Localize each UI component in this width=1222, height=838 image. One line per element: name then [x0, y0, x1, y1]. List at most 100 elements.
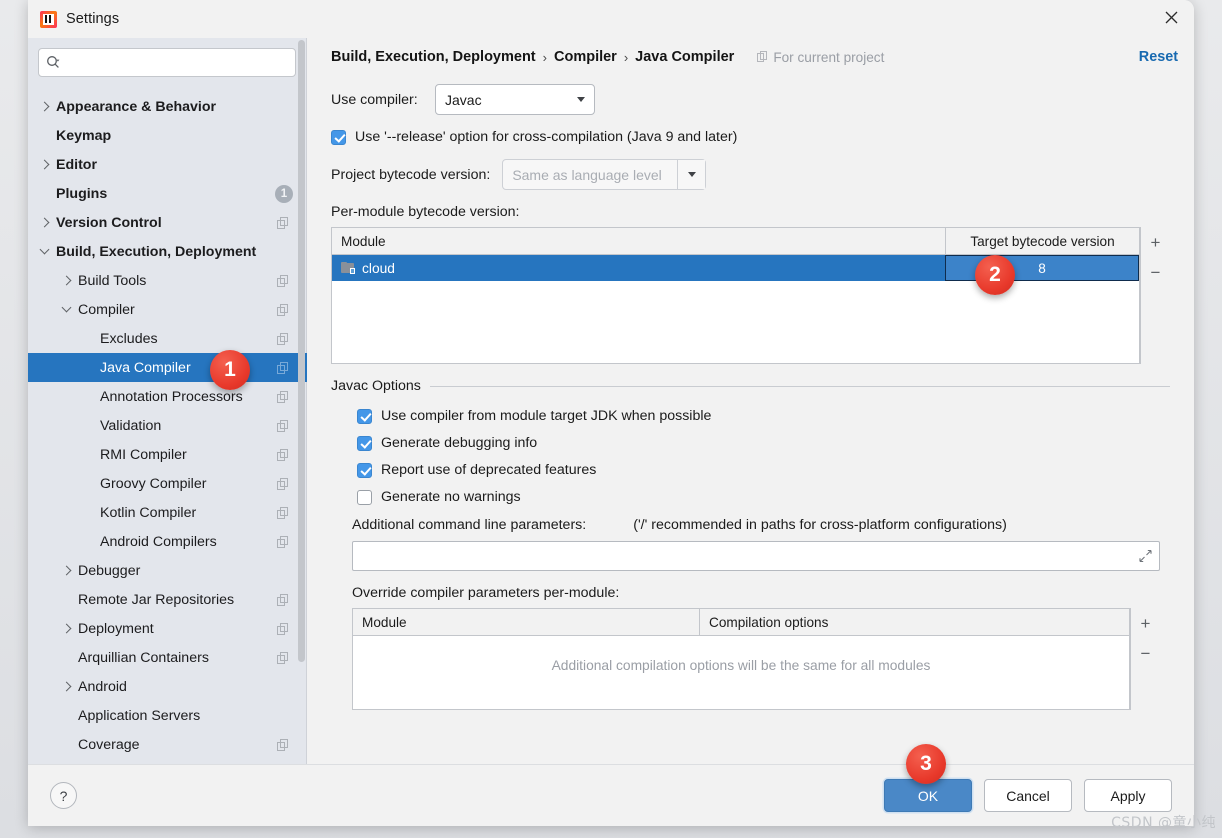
ok-button[interactable]: OK	[884, 779, 972, 812]
sidebar-item-remote-jar-repositories[interactable]: Remote Jar Repositories	[28, 585, 307, 614]
sidebar-item-arquillian-containers[interactable]: Arquillian Containers	[28, 643, 307, 672]
remove-override-button[interactable]: −	[1135, 642, 1157, 664]
sidebar-item-label: Arquillian Containers	[78, 649, 209, 666]
window-title: Settings	[66, 11, 120, 27]
javac-options-group: Javac Options	[331, 377, 1170, 395]
sidebar-item-version-control[interactable]: Version Control	[28, 208, 307, 237]
copy-icon	[277, 593, 289, 606]
project-bytecode-select[interactable]: Same as language level	[502, 159, 707, 190]
sidebar-item-kotlin-compiler[interactable]: Kotlin Compiler	[28, 498, 307, 527]
sidebar-item-android-compilers[interactable]: Android Compilers	[28, 527, 307, 556]
bytecode-table-header: Module Target bytecode version	[332, 228, 1139, 255]
javac-option-row[interactable]: Generate debugging info	[357, 435, 1170, 451]
settings-tree[interactable]: Appearance & Behavior Keymap Editor Plugins…	[28, 87, 307, 764]
javac-option-checkbox[interactable]	[357, 408, 372, 424]
sidebar-item-label: Appearance & Behavior	[56, 98, 217, 115]
bytecode-col-module: Module	[341, 233, 386, 249]
sidebar-item-android[interactable]: Android	[28, 672, 307, 701]
chevron-right-icon[interactable]	[62, 276, 72, 286]
sidebar-item-appearance-behavior[interactable]: Appearance & Behavior	[28, 92, 307, 121]
copy-icon	[277, 448, 289, 461]
sidebar-item-label: Java Compiler	[100, 359, 191, 376]
sidebar-item-application-servers[interactable]: Application Servers	[28, 701, 307, 730]
override-table-body[interactable]: Additional compilation options will be t…	[353, 636, 1129, 709]
annotation-badge-1: 1	[210, 350, 250, 390]
chevron-right-icon[interactable]	[40, 160, 50, 170]
bytecode-table-wrapper: Module Target bytecode version cloud 8 + …	[331, 227, 1170, 364]
sidebar-item-label: Application Servers	[78, 707, 201, 724]
sidebar-item-build-execution-deployment[interactable]: Build, Execution, Deployment	[28, 237, 307, 266]
sidebar-item-coverage[interactable]: Coverage	[28, 730, 307, 759]
chevron-right-icon[interactable]	[62, 566, 72, 576]
search-input[interactable]	[66, 54, 288, 71]
javac-option-row[interactable]: Report use of deprecated features	[357, 462, 1170, 478]
chevron-right-icon[interactable]	[62, 624, 72, 634]
javac-option-row[interactable]: Generate no warnings	[357, 489, 1170, 505]
sidebar-scrollbar-thumb[interactable]	[298, 40, 305, 662]
copy-icon	[277, 535, 289, 548]
chevron-right-icon[interactable]	[40, 218, 50, 228]
sidebar-item-label: Deployment	[78, 620, 154, 637]
additional-params-input[interactable]	[358, 547, 1159, 565]
copy-icon	[277, 216, 289, 229]
add-module-button[interactable]: +	[1145, 231, 1167, 253]
group-divider	[331, 386, 1170, 387]
annotation-badge-2: 2	[975, 255, 1015, 295]
apply-button[interactable]: Apply	[1084, 779, 1172, 812]
table-row[interactable]: cloud 8	[332, 255, 1139, 281]
remove-module-button[interactable]: −	[1145, 261, 1167, 283]
copy-icon	[277, 506, 289, 519]
sidebar-item-label: Compiler	[78, 301, 135, 318]
chevron-right-icon[interactable]	[40, 102, 50, 112]
sidebar-item-label: Android Compilers	[100, 533, 217, 550]
sidebar-item-compiler[interactable]: Compiler	[28, 295, 307, 324]
module-name: cloud	[362, 260, 395, 276]
sidebar-scrollbar[interactable]	[297, 40, 305, 715]
add-override-button[interactable]: +	[1135, 612, 1157, 634]
sidebar-item-validation[interactable]: Validation	[28, 411, 307, 440]
override-table[interactable]: Module Compilation options Additional co…	[352, 608, 1130, 710]
sidebar-item-groovy-compiler[interactable]: Groovy Compiler	[28, 469, 307, 498]
settings-main-panel: Build, Execution, Deployment › Compiler …	[307, 38, 1194, 764]
additional-params-row: Additional command line parameters: ('/'…	[331, 517, 1170, 533]
expand-icon[interactable]	[1139, 549, 1152, 563]
search-box[interactable]	[38, 48, 296, 77]
sidebar-item-label: Excludes	[100, 330, 158, 347]
breadcrumb-item-1: Compiler	[553, 49, 617, 65]
table-cell-target[interactable]: 8	[945, 255, 1139, 281]
bytecode-table[interactable]: Module Target bytecode version cloud 8	[331, 227, 1140, 364]
sidebar-item-annotation-processors[interactable]: Annotation Processors	[28, 382, 307, 411]
help-button[interactable]: ?	[50, 782, 77, 809]
project-bytecode-value: Same as language level	[512, 166, 662, 183]
override-empty-text: Additional compilation options will be t…	[551, 658, 931, 673]
javac-option-checkbox[interactable]	[357, 462, 372, 478]
chevron-down-icon[interactable]	[62, 305, 72, 315]
sidebar-item-debugger[interactable]: Debugger	[28, 556, 307, 585]
sidebar-item-build-tools[interactable]: Build Tools	[28, 266, 307, 295]
chevron-right-icon[interactable]	[62, 682, 72, 692]
additional-params-field[interactable]	[352, 541, 1160, 571]
cancel-button[interactable]: Cancel	[984, 779, 1072, 812]
sidebar-item-java-compiler[interactable]: Java Compiler	[28, 353, 307, 382]
javac-option-checkbox[interactable]	[357, 435, 372, 451]
sidebar-item-label: Android	[78, 678, 127, 695]
sidebar-item-keymap[interactable]: Keymap	[28, 121, 307, 150]
sidebar-item-editor[interactable]: Editor	[28, 150, 307, 179]
sidebar-item-deployment[interactable]: Deployment	[28, 614, 307, 643]
chevron-down-icon[interactable]	[40, 247, 50, 257]
settings-sidebar: Appearance & Behavior Keymap Editor Plugins…	[28, 38, 307, 764]
release-option-row[interactable]: Use '--release' option for cross-compila…	[331, 129, 1170, 145]
reset-link[interactable]: Reset	[1139, 49, 1178, 65]
release-option-checkbox[interactable]	[331, 129, 346, 145]
javac-option-label: Use compiler from module target JDK when…	[381, 408, 712, 424]
javac-option-checkbox[interactable]	[357, 489, 372, 505]
sidebar-item-rmi-compiler[interactable]: RMI Compiler	[28, 440, 307, 469]
bytecode-table-body[interactable]: cloud 8	[332, 255, 1139, 363]
use-compiler-select[interactable]: Javac	[435, 84, 595, 115]
sidebar-item-excludes[interactable]: Excludes	[28, 324, 307, 353]
sidebar-item-plugins[interactable]: Plugins 1	[28, 179, 307, 208]
javac-option-row[interactable]: Use compiler from module target JDK when…	[357, 408, 1170, 424]
close-icon[interactable]	[1148, 0, 1194, 34]
